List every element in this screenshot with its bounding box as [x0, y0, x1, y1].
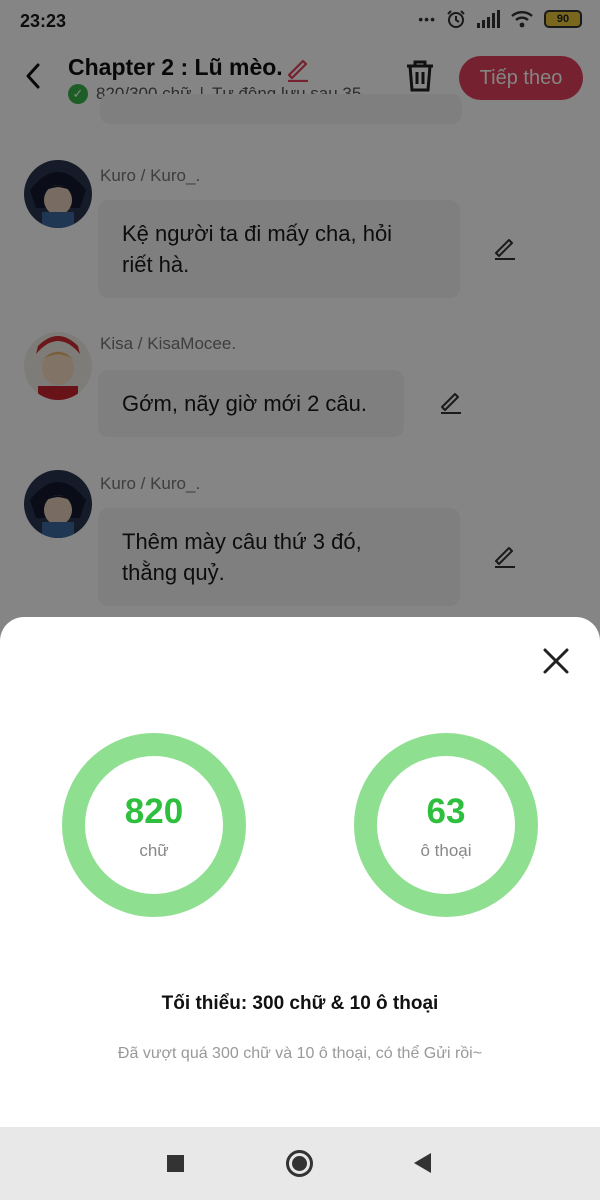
stop-icon[interactable]: [167, 1155, 184, 1172]
word-count-ring: 820 chữ: [62, 733, 246, 917]
dialogue-count-label: ô thoại: [420, 841, 472, 860]
minimum-requirement: Tối thiểu: 300 chữ & 10 ô thoại: [161, 993, 439, 1014]
dialogue-count-value: 63: [426, 792, 466, 831]
nav-back-icon[interactable]: [414, 1153, 431, 1173]
system-nav-bar: [0, 1127, 600, 1200]
word-count-label: chữ: [139, 841, 169, 860]
word-count-value: 820: [124, 792, 184, 831]
submit-hint: Đã vượt quá 300 chữ và 10 ô thoại, có th…: [117, 1045, 483, 1062]
home-icon[interactable]: [286, 1150, 313, 1177]
dialogue-count-ring: 63 ô thoại: [354, 733, 538, 917]
close-icon[interactable]: [540, 645, 572, 677]
stats-bottom-sheet: 820 chữ 63 ô thoại Tối thiểu: 300 chữ & …: [0, 617, 600, 1127]
